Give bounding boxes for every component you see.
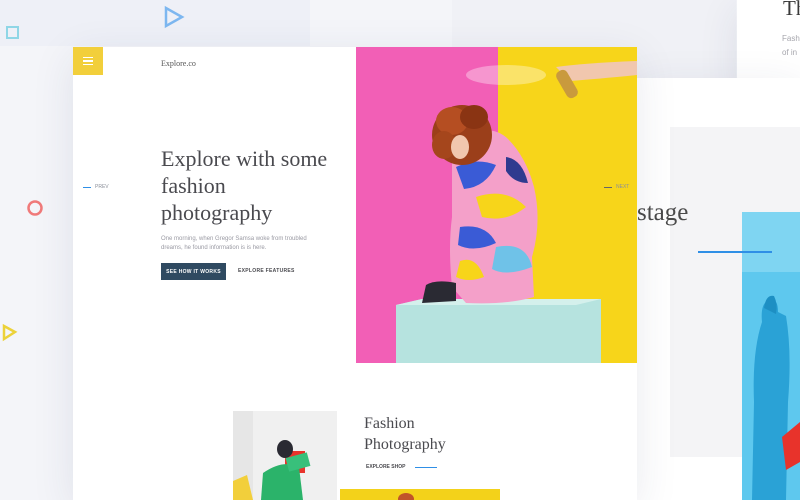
stage-accent-line xyxy=(698,251,772,253)
explore-shop-label: EXPLORE SHOP xyxy=(366,464,406,470)
hamburger-icon-line xyxy=(83,56,93,59)
preview-card-line: of in xyxy=(782,48,798,57)
next-line-icon xyxy=(604,186,612,188)
arrow-line-icon xyxy=(415,466,438,468)
next-button[interactable]: NEXT xyxy=(604,184,629,190)
stage-heading: stage xyxy=(637,199,689,226)
triangle-deco-blue xyxy=(164,5,185,29)
circle-deco-red xyxy=(27,200,43,216)
preview-card-line: Fash xyxy=(782,34,800,43)
hero-description: One morning, when Gregor Samsa woke from… xyxy=(161,236,307,251)
explore-shop-link[interactable]: EXPLORE SHOP xyxy=(366,464,438,470)
next-label: NEXT xyxy=(616,184,630,190)
hero-photo xyxy=(356,47,637,363)
square-deco-cyan xyxy=(6,26,19,39)
triangle-deco-yellow xyxy=(2,323,18,342)
preview-card-title: Th xyxy=(783,0,800,20)
menu-button[interactable] xyxy=(73,47,103,75)
hamburger-icon-line xyxy=(83,63,93,66)
prev-label: PREV xyxy=(95,184,109,190)
explore-features-link[interactable]: EXPLORE FEATURES xyxy=(238,268,295,274)
see-how-it-works-button[interactable]: SEE HOW IT WORKS xyxy=(161,263,226,280)
fashion-photo-thumbnail xyxy=(233,411,337,500)
prev-button[interactable]: PREV xyxy=(83,184,109,190)
hamburger-icon-line xyxy=(83,60,93,62)
fashion-photo-secondary xyxy=(340,489,500,500)
hero-headline: Explore with some fashion photography xyxy=(161,146,328,225)
stage-photo xyxy=(742,212,800,500)
section-title: Fashion Photography xyxy=(364,415,446,453)
prev-line-icon xyxy=(83,186,91,188)
brand-logo[interactable]: Explore.co xyxy=(161,59,196,68)
preview-card-top-right: Th Fash of in xyxy=(737,0,800,90)
